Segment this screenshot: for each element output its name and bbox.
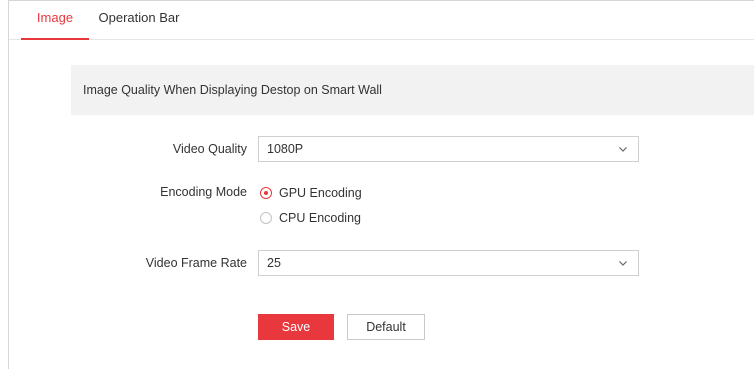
radio-cpu-encoding[interactable]: CPU Encoding (260, 210, 380, 228)
tab-operation-bar-label: Operation Bar (98, 10, 180, 25)
section-title: Image Quality When Displaying Destop on … (83, 83, 382, 97)
tab-image-label: Image (36, 10, 74, 25)
tab-bar: Image Operation Bar (9, 1, 754, 40)
video-frame-rate-select[interactable]: 25 (258, 250, 639, 276)
video-frame-rate-label: Video Frame Rate (145, 256, 247, 270)
radio-gpu-encoding-label: GPU Encoding (279, 186, 362, 200)
default-button[interactable]: Default (347, 314, 425, 340)
radio-gpu-encoding[interactable]: GPU Encoding (260, 185, 380, 203)
video-frame-rate-value: 25 (267, 256, 281, 270)
section-header: Image Quality When Displaying Destop on … (71, 65, 754, 115)
video-quality-label: Video Quality (172, 142, 247, 156)
video-quality-select[interactable]: 1080P (258, 136, 639, 162)
radio-button-checked[interactable] (260, 187, 272, 199)
settings-panel: Image Operation Bar Image Quality When D… (8, 0, 754, 369)
radio-button[interactable] (260, 212, 272, 224)
video-quality-value: 1080P (267, 142, 304, 156)
chevron-down-icon (619, 147, 627, 152)
save-button[interactable]: Save (258, 314, 334, 340)
encoding-mode-label: Encoding Mode (160, 185, 247, 199)
chevron-down-icon (619, 261, 627, 266)
radio-cpu-encoding-label: CPU Encoding (279, 211, 361, 225)
tab-image[interactable]: Image (21, 1, 89, 40)
tab-operation-bar[interactable]: Operation Bar (93, 1, 185, 39)
